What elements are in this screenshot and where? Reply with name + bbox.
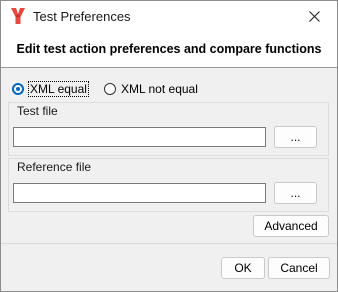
cancel-button[interactable]: Cancel	[268, 257, 330, 279]
xml-equal-radio[interactable]: XML equal	[12, 81, 89, 97]
test-file-label: Test file	[16, 104, 59, 118]
close-icon	[308, 11, 320, 22]
close-button[interactable]	[291, 1, 337, 32]
reference-file-group: Reference file ...	[8, 158, 329, 212]
advanced-button[interactable]: Advanced	[253, 215, 329, 237]
xml-not-equal-label: XML not equal	[120, 82, 198, 96]
xml-not-equal-radio[interactable]: XML not equal	[103, 82, 198, 96]
preferences-dialog: Test Preferences Edit test action prefer…	[0, 0, 338, 292]
xml-equal-label: XML equal	[28, 81, 89, 97]
test-file-browse-button[interactable]: ...	[274, 126, 317, 148]
reference-file-label: Reference file	[16, 160, 93, 174]
radio-unchecked-icon[interactable]	[103, 83, 116, 95]
window-title: Test Preferences	[33, 9, 131, 24]
dialog-header: Edit test action preferences and compare…	[1, 32, 337, 68]
app-logo-icon	[11, 8, 25, 24]
reference-file-input[interactable]	[13, 183, 266, 203]
title-bar[interactable]: Test Preferences	[1, 1, 337, 32]
ok-button[interactable]: OK	[221, 257, 265, 279]
test-file-group: Test file ...	[8, 102, 329, 156]
reference-file-browse-button[interactable]: ...	[274, 182, 317, 204]
compare-mode-group: XML equal XML not equal	[12, 81, 214, 97]
dialog-heading: Edit test action preferences and compare…	[16, 42, 322, 56]
test-file-input[interactable]	[13, 127, 266, 147]
radio-checked-icon[interactable]	[12, 83, 24, 95]
footer-divider	[1, 243, 337, 244]
